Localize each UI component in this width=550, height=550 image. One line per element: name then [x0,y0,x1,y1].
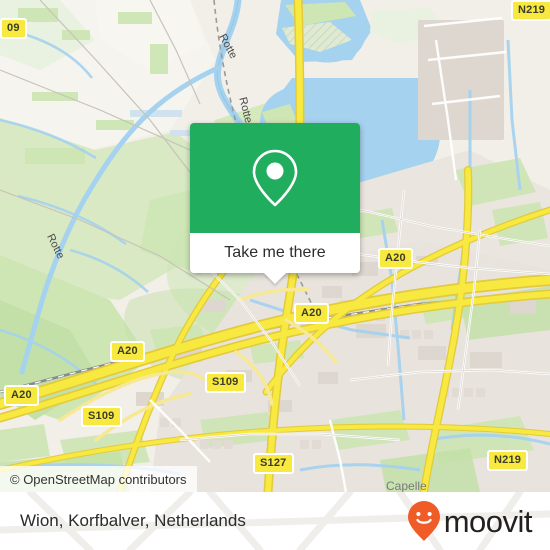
map-pin-icon [252,149,298,207]
road-shield-09[interactable]: 09 [0,18,27,39]
road-shield-a20-west[interactable]: A20 [110,341,145,362]
location-popup[interactable]: Take me there [190,123,360,284]
road-shield-n219-south[interactable]: N219 [487,450,529,471]
osm-attribution-text[interactable]: © OpenStreetMap contributors [10,472,187,487]
road-shield-s127[interactable]: S127 [253,453,294,474]
osm-attribution-bar: © OpenStreetMap contributors [0,466,197,492]
road-shield-a20-far-west[interactable]: A20 [4,385,39,406]
road-shield-s109-west[interactable]: S109 [81,406,122,427]
road-shield-a20-east[interactable]: A20 [378,248,413,269]
moovit-wordmark: moovit [443,503,533,539]
take-me-there-label: Take me there [224,244,326,261]
road-shield-a20-center[interactable]: A20 [294,303,329,324]
moovit-logo[interactable]: moovit [406,500,533,542]
road-shield-n219-north[interactable]: N219 [511,0,550,21]
popup-tail-arrow [264,273,286,284]
map-canvas[interactable]: Rotte Rotte Rotte Capelle 09 N219 A20 A2… [0,0,550,492]
map-screenshot: Rotte Rotte Rotte Capelle 09 N219 A20 A2… [0,0,550,550]
location-title: Wion, Korfbalver, Netherlands [20,511,246,530]
place-label-capelle: Capelle [386,479,427,492]
footer-bar: Wion, Korfbalver, Netherlands moovit [0,492,550,550]
road-shield-s109-east[interactable]: S109 [205,372,246,393]
popup-footer[interactable]: Take me there [190,233,360,284]
popup-header [190,123,360,233]
moovit-smiley-pin-icon [407,501,440,541]
